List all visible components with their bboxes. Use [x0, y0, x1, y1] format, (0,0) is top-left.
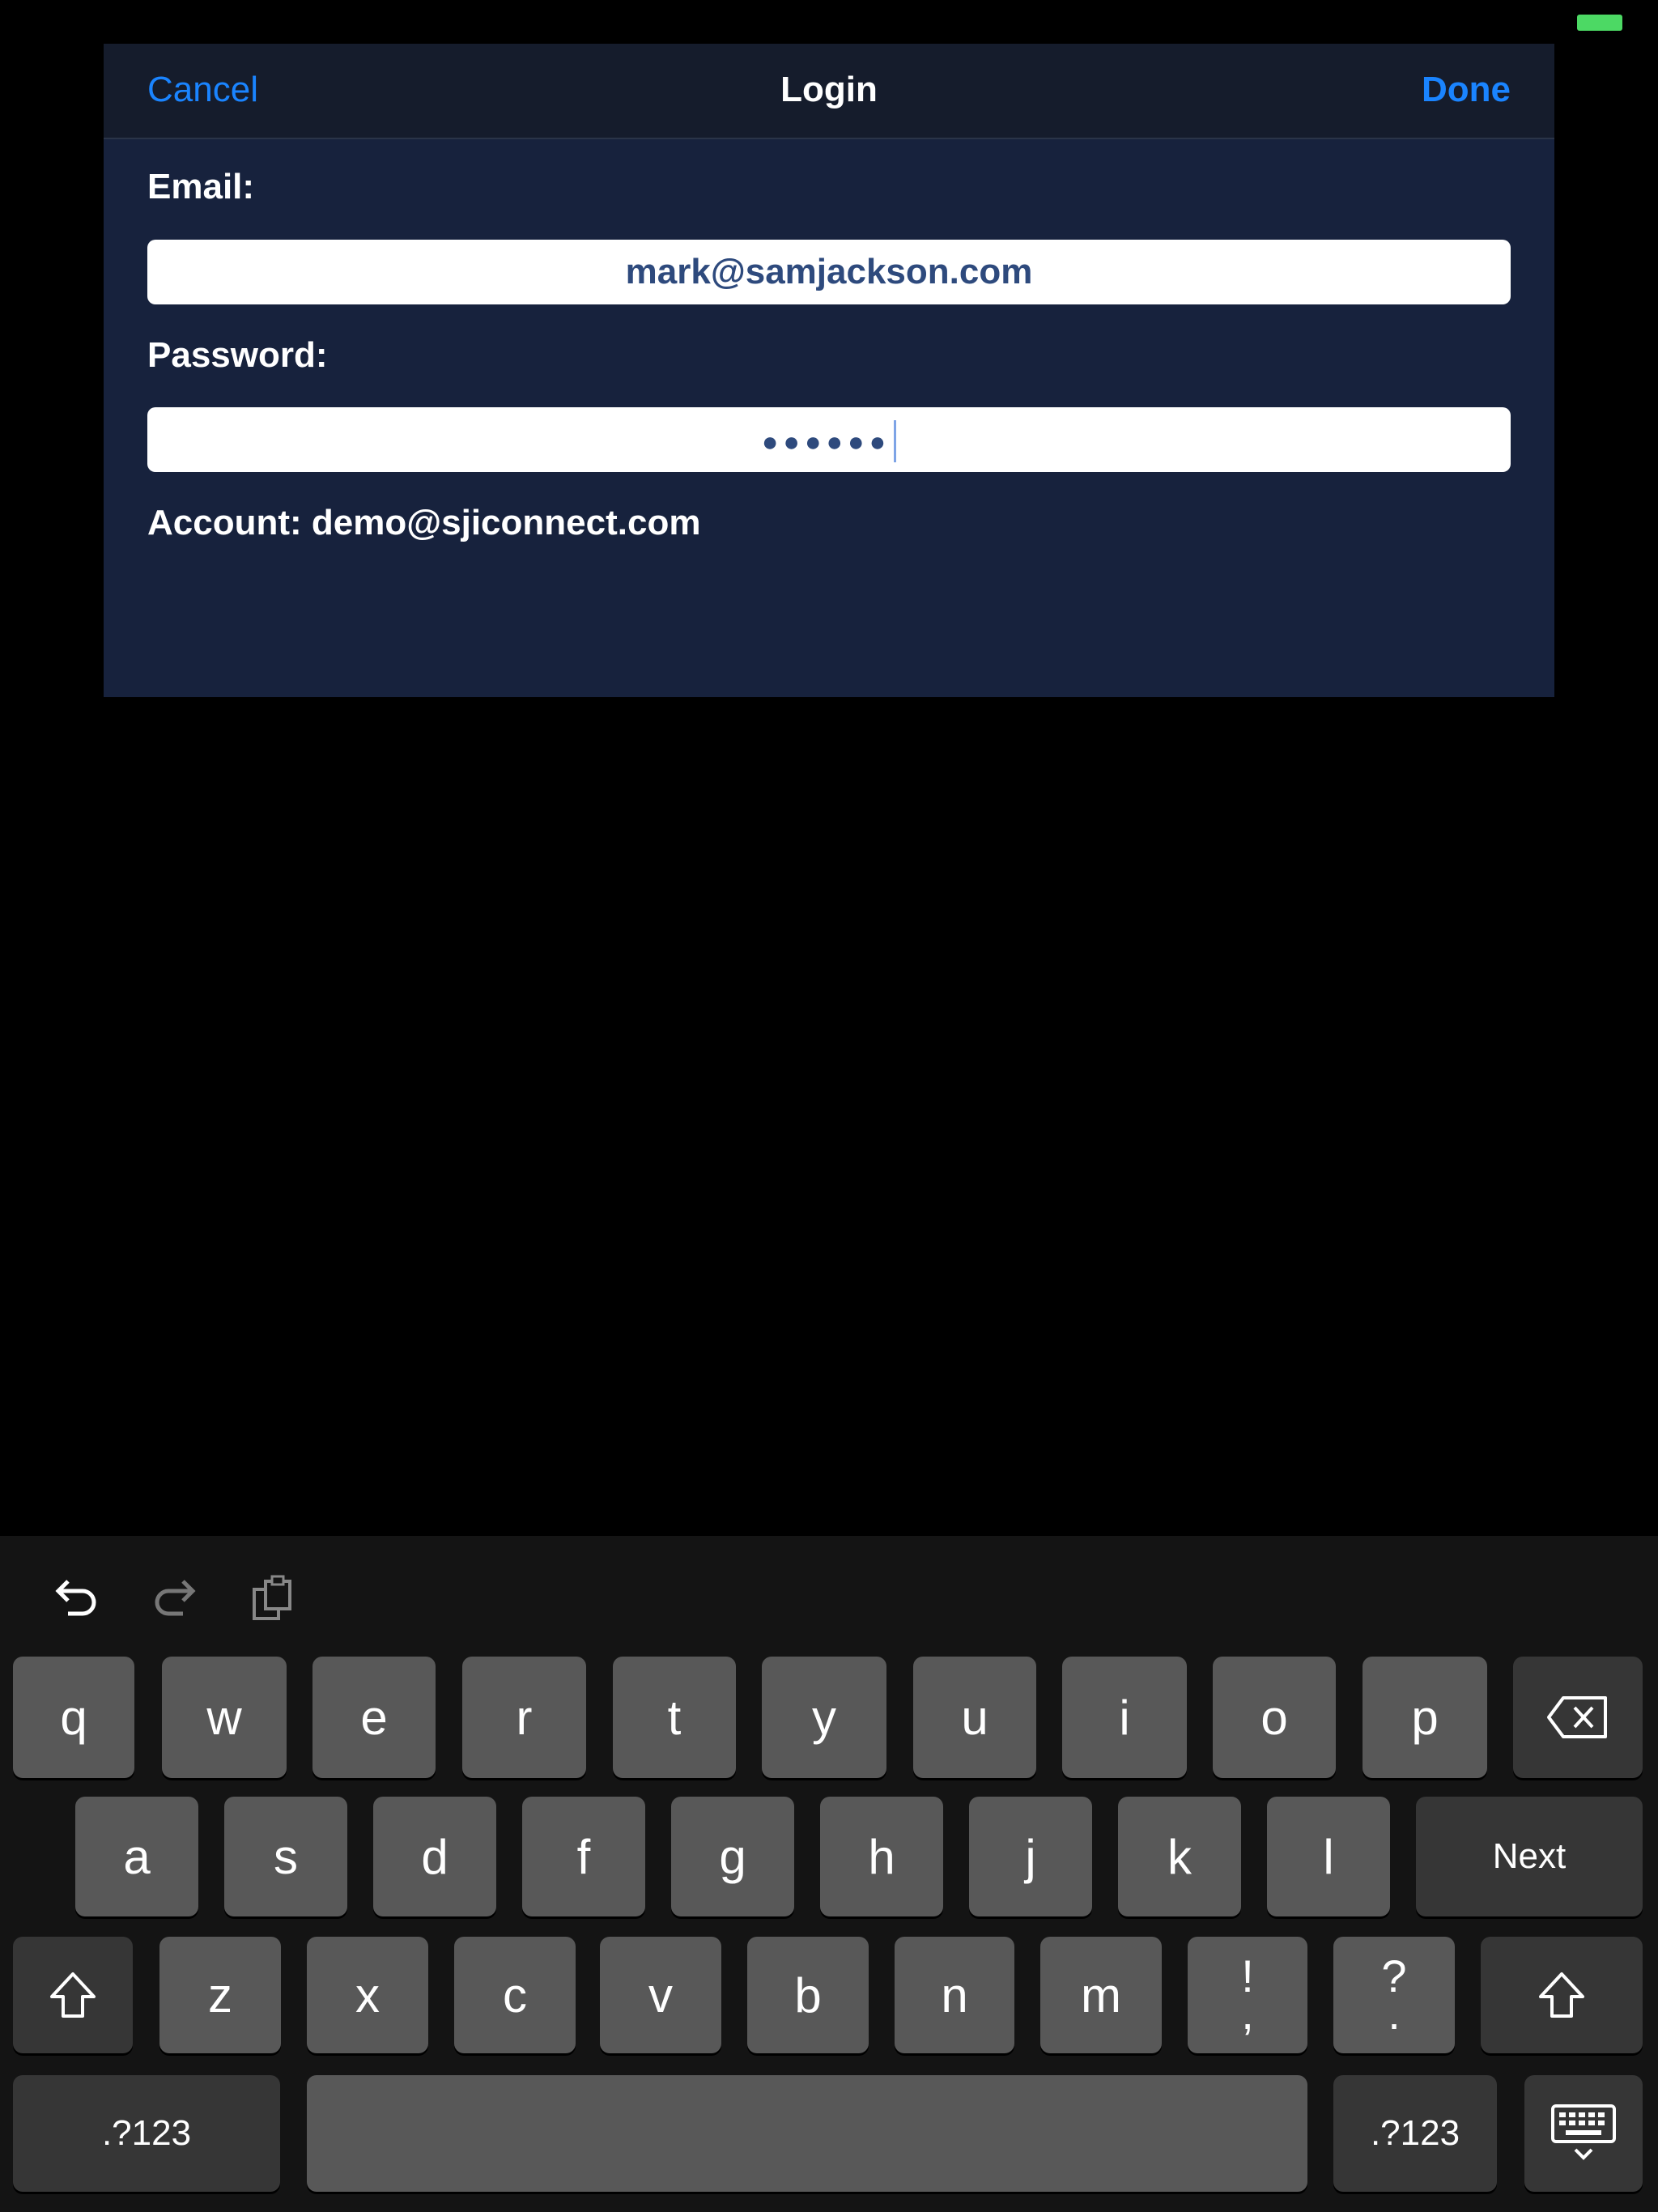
battery-icon	[1577, 15, 1622, 31]
keyboard-dismiss-icon	[1551, 2104, 1616, 2160]
key-comma-label: ,	[1241, 1988, 1254, 2039]
done-button[interactable]: Done	[1422, 70, 1511, 110]
key-f[interactable]: f	[522, 1797, 645, 1916]
key-exclaim-comma[interactable]: ! ,	[1188, 1937, 1307, 2053]
account-text: Account: demo@sjiconnect.com	[147, 503, 701, 542]
shift-key-right[interactable]	[1481, 1937, 1643, 2053]
dialog-title: Login	[780, 70, 878, 109]
password-value: ●●●●●●	[761, 427, 891, 457]
key-i[interactable]: i	[1062, 1657, 1187, 1778]
shift-icon	[50, 1972, 96, 2018]
key-x[interactable]: x	[307, 1937, 428, 2053]
key-k[interactable]: k	[1118, 1797, 1241, 1916]
key-w[interactable]: w	[162, 1657, 287, 1778]
text-caret	[894, 420, 897, 463]
paste-icon[interactable]	[248, 1573, 300, 1625]
key-p[interactable]: p	[1363, 1657, 1487, 1778]
key-j[interactable]: j	[969, 1797, 1092, 1916]
key-b[interactable]: b	[747, 1937, 869, 2053]
key-o[interactable]: o	[1213, 1657, 1336, 1778]
numbers-key-right[interactable]: .?123	[1333, 2075, 1497, 2192]
key-g[interactable]: g	[671, 1797, 794, 1916]
key-period-label: .	[1388, 1988, 1401, 2039]
numbers-key-label: .?123	[101, 2113, 192, 2153]
next-key[interactable]: Next	[1416, 1797, 1643, 1916]
navigation-bar: Cancel Login Done	[104, 44, 1554, 139]
email-field[interactable]: mark@samjackson.com	[147, 240, 1511, 304]
numbers-key-label: .?123	[1370, 2113, 1460, 2153]
key-h[interactable]: h	[820, 1797, 943, 1916]
key-l[interactable]: l	[1267, 1797, 1390, 1916]
next-key-label: Next	[1492, 1836, 1567, 1876]
key-d[interactable]: d	[373, 1797, 496, 1916]
key-t[interactable]: t	[613, 1657, 736, 1778]
key-v[interactable]: v	[600, 1937, 721, 2053]
keyboard: q w e r t y u i o p a s d f g h j k l Ne…	[0, 1536, 1658, 2212]
key-e[interactable]: e	[312, 1657, 436, 1778]
password-field[interactable]: ●●●●●●	[147, 407, 1511, 472]
email-label: Email:	[147, 167, 255, 206]
key-a[interactable]: a	[75, 1797, 198, 1916]
key-s[interactable]: s	[224, 1797, 347, 1916]
login-dialog: Cancel Login Done Email: mark@samjackson…	[104, 44, 1554, 697]
shift-icon	[1539, 1972, 1584, 2018]
key-c[interactable]: c	[454, 1937, 576, 2053]
key-z[interactable]: z	[159, 1937, 281, 2053]
shift-key-left[interactable]	[13, 1937, 133, 2053]
backspace-key[interactable]	[1513, 1657, 1643, 1778]
key-y[interactable]: y	[762, 1657, 886, 1778]
redo-icon[interactable]	[149, 1573, 201, 1625]
dismiss-keyboard-key[interactable]	[1524, 2075, 1643, 2192]
key-r[interactable]: r	[462, 1657, 586, 1778]
password-label: Password:	[147, 335, 328, 375]
space-key[interactable]	[307, 2075, 1307, 2192]
key-u[interactable]: u	[913, 1657, 1036, 1778]
undo-icon[interactable]	[50, 1573, 102, 1625]
email-value: mark@samjackson.com	[625, 252, 1033, 291]
key-m[interactable]: m	[1040, 1937, 1162, 2053]
key-n[interactable]: n	[895, 1937, 1014, 2053]
backspace-icon	[1547, 1696, 1607, 1738]
key-question-period[interactable]: ? .	[1333, 1937, 1455, 2053]
numbers-key-left[interactable]: .?123	[13, 2075, 280, 2192]
key-q[interactable]: q	[13, 1657, 134, 1778]
